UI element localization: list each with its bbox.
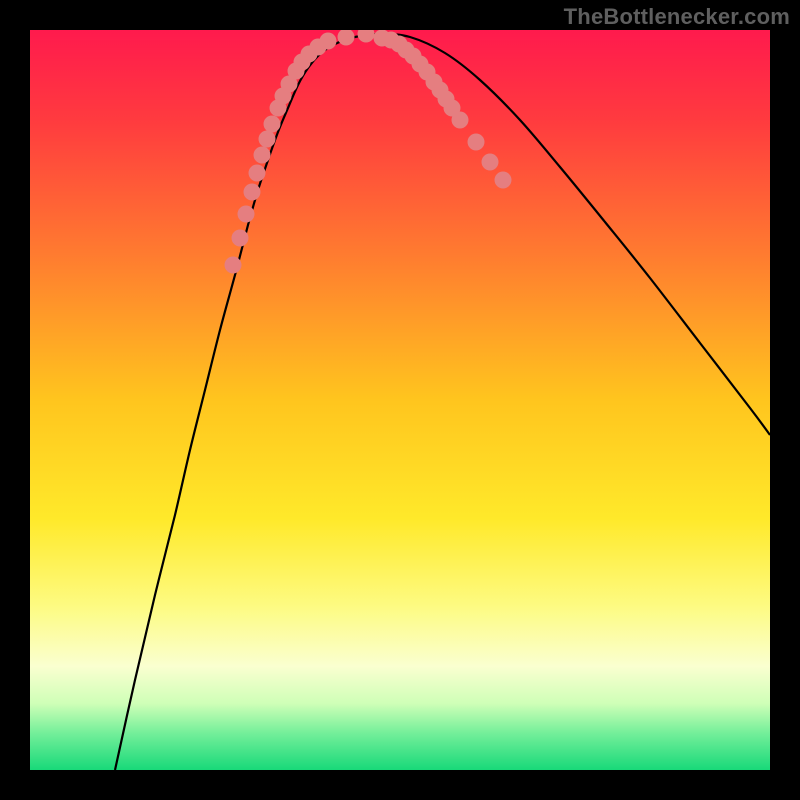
dot-marker	[482, 154, 499, 171]
dot-marker	[225, 257, 242, 274]
dot-marker	[249, 165, 266, 182]
dot-marker	[238, 206, 255, 223]
watermark-label: TheBottlenecker.com	[564, 4, 790, 30]
dot-marker	[232, 230, 249, 247]
plot-area	[30, 30, 770, 770]
chart-frame: TheBottlenecker.com	[0, 0, 800, 800]
dot-marker	[244, 184, 261, 201]
dot-marker	[264, 116, 281, 133]
dot-marker	[320, 33, 337, 50]
dot-marker	[254, 147, 271, 164]
dot-marker	[452, 112, 469, 129]
dot-marker	[259, 131, 276, 148]
dot-marker	[468, 134, 485, 151]
dot-marker	[495, 172, 512, 189]
bottleneck-chart	[30, 30, 770, 770]
